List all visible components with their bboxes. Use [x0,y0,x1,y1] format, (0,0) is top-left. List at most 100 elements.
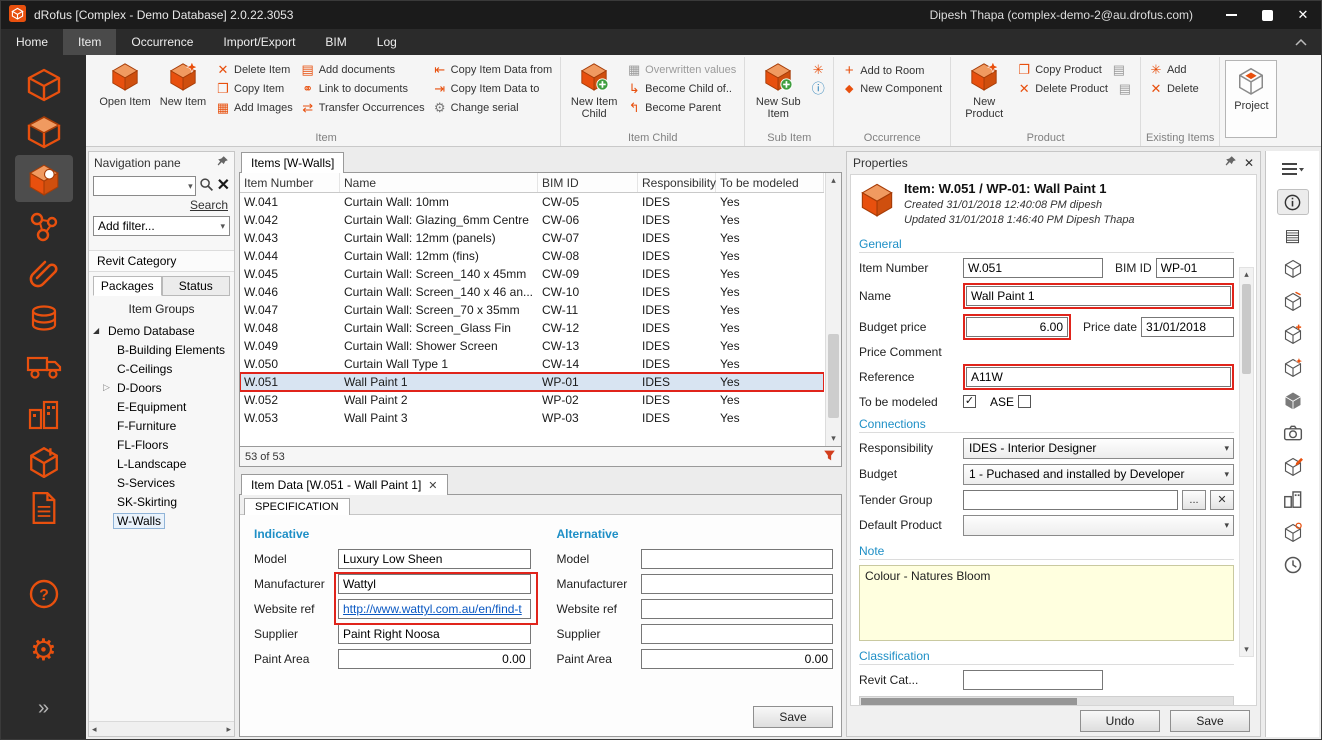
scroll-up-icon[interactable]: ▴ [831,175,836,186]
tree-item-s-services[interactable]: S-Services [91,473,232,492]
add-images-button[interactable]: ▦Add Images [213,100,296,116]
alternative-website-ref-input[interactable] [641,599,834,619]
log-icon[interactable] [1277,552,1309,578]
table-row-w-043[interactable]: W.043Curtain Wall: 12mm (panels)CW-07IDE… [240,229,824,247]
budget-dropdown[interactable]: 1 - Puchased and installed by Developer … [963,464,1234,485]
column-header-to-be-modeled[interactable]: To be modeled [716,173,824,192]
new-product-button[interactable]: New Product [956,59,1012,123]
note-textarea[interactable]: Colour - Natures Bloom [859,565,1234,641]
close-icon[interactable]: ✕ [1244,156,1254,170]
sub-item-new-icon-button[interactable]: ✳ [808,62,828,78]
copy-item-data-from-button[interactable]: ⇤Copy Item Data from [430,62,555,78]
sub-items-icon[interactable] [1277,255,1309,281]
search-link[interactable]: Search [190,198,228,212]
scroll-thumb[interactable] [861,698,1077,706]
open-item-button[interactable]: Open Item [97,59,153,110]
scroll-down-icon[interactable]: ▾ [1244,644,1249,655]
search-icon[interactable] [199,177,214,195]
to-be-modeled-checkbox[interactable]: ✓ [963,395,976,408]
info-icon[interactable] [1277,189,1309,215]
tree-item-f-furniture[interactable]: F-Furniture [91,416,232,435]
tab-packages[interactable]: Packages [93,276,162,296]
expand-sidebar-icon[interactable]: » [15,684,73,731]
restore-button[interactable] [1253,4,1281,26]
delete-product-button[interactable]: ✕Delete Product▤ [1014,81,1135,97]
budget-price-input[interactable] [966,317,1068,337]
occurrences-icon[interactable] [1277,288,1309,314]
tree-item-w-walls[interactable]: W-Walls [91,511,232,530]
indicative-paint-area-input[interactable] [338,649,531,669]
menu-tab-item[interactable]: Item [63,29,116,55]
minimize-button[interactable] [1217,4,1245,26]
settings-icon[interactable]: ⚙ [15,627,73,674]
linked-items-icon[interactable] [1277,519,1309,545]
close-button[interactable]: ✕ [1289,4,1317,26]
table-row-w-048[interactable]: W.048Curtain Wall: Screen_Glass FinCW-12… [240,319,824,337]
tree-item-e-equipment[interactable]: E-Equipment [91,397,232,416]
save-button[interactable]: Save [1170,710,1250,732]
table-row-w-045[interactable]: W.045Curtain Wall: Screen_140 x 45mmCW-0… [240,265,824,283]
database-icon[interactable] [15,296,73,343]
become-child-of-button[interactable]: ↳Become Child of.. [624,81,739,97]
link-to-documents-button[interactable]: ⚭Link to documents [298,81,428,97]
save-button[interactable]: Save [753,706,833,728]
chevron-down-icon[interactable]: ▾ [188,181,193,192]
copy-item-button[interactable]: ❐Copy Item [213,81,296,97]
scroll-left-icon[interactable]: ◂ [92,724,97,735]
default-product-dropdown[interactable]: ▾ [963,515,1234,536]
add-to-room-button[interactable]: +Add to Room [839,62,945,79]
new-component-button[interactable]: ◆New Component [839,82,945,96]
table-row-w-051[interactable]: W.051Wall Paint 1WP-01IDESYes [240,373,824,391]
become-parent-button[interactable]: ↰Become Parent [624,100,739,116]
attachments-icon[interactable] [15,249,73,296]
delete-item-button[interactable]: ✕Delete Item [213,62,296,78]
views-menu-icon[interactable] [1277,156,1309,182]
clear-search-icon[interactable]: ✕ [217,178,230,194]
collapse-ribbon-icon[interactable] [1295,29,1307,55]
column-header-responsibility[interactable]: Responsibility [638,173,716,192]
table-row-w-050[interactable]: W.050Curtain Wall Type 1CW-14IDESYes [240,355,824,373]
alternative-manufacturer-input[interactable] [641,574,834,594]
close-tab-icon[interactable]: ✕ [428,479,437,492]
price-date-input[interactable] [1141,317,1234,337]
item-number-input[interactable] [963,258,1103,278]
items-icon[interactable] [15,155,73,202]
nav-horizontal-scrollbar[interactable]: ◂ ▸ [89,721,234,736]
table-row-w-042[interactable]: W.042Curtain Wall: Glazing_6mm CentreCW-… [240,211,824,229]
indicative-website-ref-input[interactable]: http://www.wattyl.com.au/en/find-t [338,599,531,619]
tree-item-l-landscape[interactable]: L-Landscape [91,454,232,473]
images-icon[interactable] [1277,420,1309,446]
tab-status[interactable]: Status [162,276,231,296]
scroll-right-icon[interactable]: ▸ [226,724,231,735]
ase-checkbox[interactable] [1018,395,1031,408]
column-header-bim-id[interactable]: BIM ID [538,173,638,192]
table-row-w-044[interactable]: W.044Curtain Wall: 12mm (fins)CW-08IDESY… [240,247,824,265]
scroll-thumb[interactable] [828,334,839,418]
alternative-paint-area-input[interactable] [641,649,834,669]
bim-id-input[interactable] [1156,258,1234,278]
derived-items-icon[interactable] [1277,453,1309,479]
name-input[interactable] [966,286,1231,306]
indicative-manufacturer-input[interactable] [338,574,531,594]
indicative-supplier-input[interactable] [338,624,531,644]
models-icon[interactable] [1277,387,1309,413]
reference-input[interactable] [966,367,1231,387]
rooms-icon[interactable] [15,61,73,108]
add-filter-dropdown[interactable]: Add filter... ▾ [93,216,230,236]
tree-item-c-ceilings[interactable]: C-Ceilings [91,359,232,378]
add-documents-button[interactable]: ▤Add documents [298,62,428,78]
menu-tab-import-export[interactable]: Import/Export [208,29,310,55]
tab-items-w-walls[interactable]: Items [W-Walls] [241,152,344,173]
pin-icon[interactable] [216,155,229,171]
menu-tab-bim[interactable]: BIM [310,29,361,55]
properties-horizontal-scrollbar[interactable] [859,696,1234,706]
sub-item-info-icon-button[interactable]: ⓘ [808,81,828,97]
buildings-icon[interactable] [15,390,73,437]
table-row-w-046[interactable]: W.046Curtain Wall: Screen_140 x 46 an...… [240,283,824,301]
table-row-w-053[interactable]: W.053Wall Paint 3WP-03IDESYes [240,409,824,427]
new-item-child-button[interactable]: New Item Child [566,59,622,123]
menu-tab-occurrence[interactable]: Occurrence [116,29,208,55]
menu-tab-log[interactable]: Log [362,29,412,55]
transfer-occurrences-button[interactable]: ⇄Transfer Occurrences [298,100,428,116]
scroll-thumb[interactable] [1242,284,1251,374]
